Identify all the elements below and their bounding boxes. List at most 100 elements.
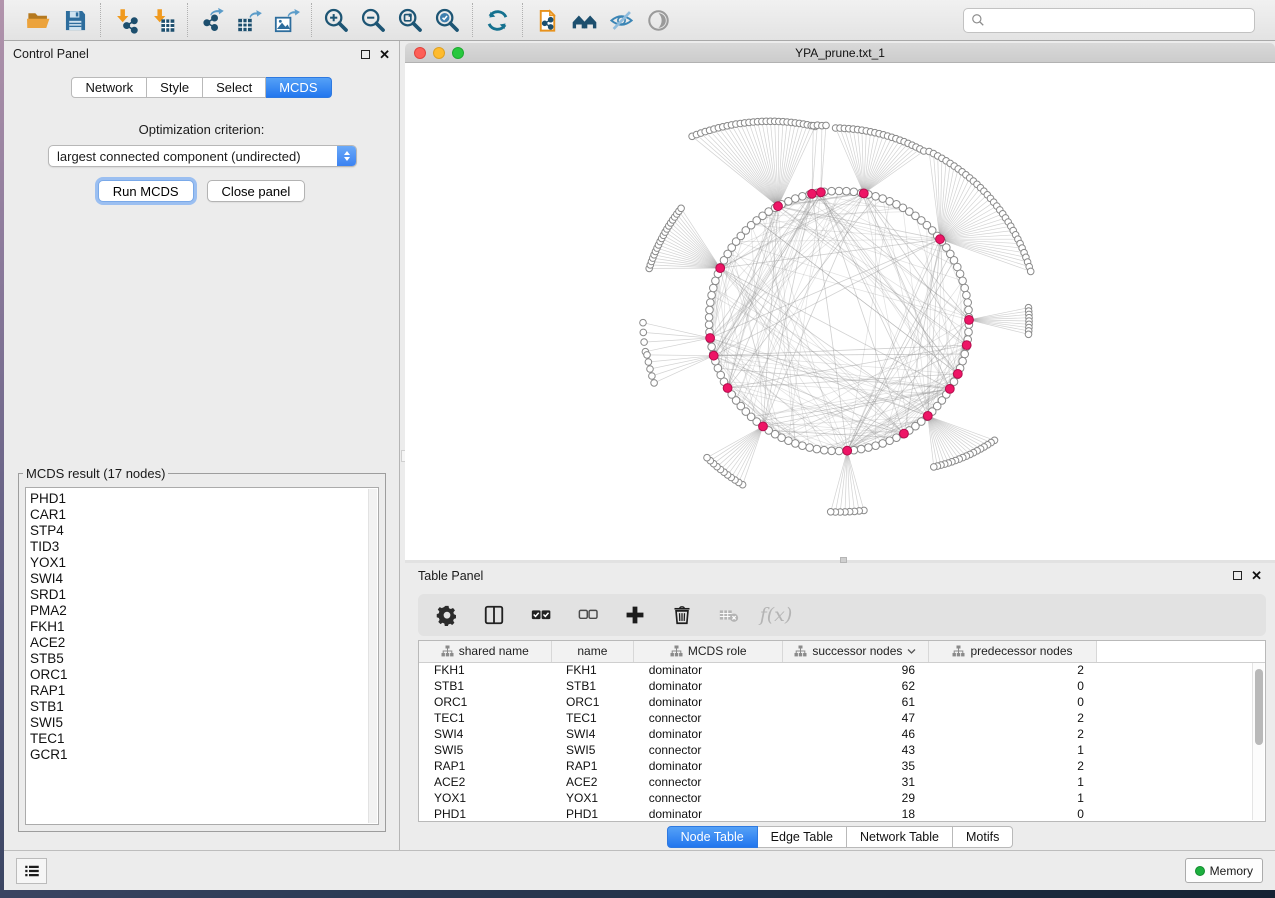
mcds-result-list[interactable]: PHD1CAR1STP4TID3YOX1SWI4SRD1PMA2FKH1ACE2… <box>25 487 379 825</box>
column-header-successor-nodes[interactable]: successor nodes <box>783 641 928 662</box>
dominator-node[interactable] <box>923 412 932 421</box>
cell-name[interactable]: YOX1 <box>551 790 634 806</box>
cell-name[interactable]: ORC1 <box>551 694 634 710</box>
table-row[interactable]: YOX1YOX1connector291 <box>419 790 1265 806</box>
cell-predecessor-nodes[interactable]: 2 <box>928 758 1097 774</box>
dominator-node[interactable] <box>817 188 826 197</box>
column-visibility-icon[interactable] <box>481 601 507 629</box>
close-panel-button[interactable]: Close panel <box>207 180 306 202</box>
table-tab-node-table[interactable]: Node Table <box>667 826 758 848</box>
cell-MCDS-role[interactable]: dominator <box>634 662 783 678</box>
dominator-node[interactable] <box>859 189 868 198</box>
dominator-node[interactable] <box>723 384 732 393</box>
mcds-result-item[interactable]: ORC1 <box>30 667 378 683</box>
hide-selected-icon[interactable] <box>603 3 640 37</box>
dominator-node[interactable] <box>774 202 783 211</box>
cell-predecessor-nodes[interactable]: 0 <box>928 806 1097 822</box>
cell-successor-nodes[interactable]: 18 <box>783 806 928 822</box>
mcds-result-item[interactable]: PMA2 <box>30 603 378 619</box>
mcds-result-item[interactable]: YOX1 <box>30 555 378 571</box>
show-all-icon[interactable] <box>640 3 677 37</box>
cell-shared-name[interactable]: SWI4 <box>419 726 551 742</box>
save-icon[interactable] <box>57 3 94 37</box>
network-from-document-icon[interactable] <box>529 3 566 37</box>
cell-shared-name[interactable]: FKH1 <box>419 662 551 678</box>
table-scrollbar[interactable] <box>1252 663 1264 820</box>
cell-successor-nodes[interactable]: 31 <box>783 774 928 790</box>
delete-column-trash-icon[interactable] <box>669 601 695 629</box>
table-row[interactable]: ACE2ACE2connector311 <box>419 774 1265 790</box>
network-graph[interactable] <box>405 63 1275 560</box>
mcds-result-item[interactable]: FKH1 <box>30 619 378 635</box>
cell-successor-nodes[interactable]: 47 <box>783 710 928 726</box>
import-network-icon[interactable] <box>107 3 144 37</box>
export-image-icon[interactable] <box>268 3 305 37</box>
export-network-icon[interactable] <box>194 3 231 37</box>
tab-mcds[interactable]: MCDS <box>266 77 331 98</box>
memory-button[interactable]: Memory <box>1185 858 1263 883</box>
search-input[interactable] <box>990 13 1247 27</box>
task-history-icon[interactable] <box>16 858 47 884</box>
dominator-node[interactable] <box>706 334 715 343</box>
mcds-result-item[interactable]: ACE2 <box>30 635 378 651</box>
mcds-result-item[interactable]: STP4 <box>30 523 378 539</box>
cell-successor-nodes[interactable]: 35 <box>783 758 928 774</box>
close-window-icon[interactable] <box>414 47 426 59</box>
cell-predecessor-nodes[interactable]: 1 <box>928 774 1097 790</box>
cell-successor-nodes[interactable]: 61 <box>783 694 928 710</box>
cell-predecessor-nodes[interactable]: 0 <box>928 678 1097 694</box>
cell-MCDS-role[interactable]: dominator <box>634 806 783 822</box>
cell-name[interactable]: PHD1 <box>551 806 634 822</box>
cell-shared-name[interactable]: RAP1 <box>419 758 551 774</box>
dominator-node[interactable] <box>759 422 768 431</box>
network-canvas[interactable] <box>405 63 1275 560</box>
cell-predecessor-nodes[interactable]: 2 <box>928 662 1097 678</box>
cell-MCDS-role[interactable]: connector <box>634 790 783 806</box>
cell-predecessor-nodes[interactable]: 1 <box>928 790 1097 806</box>
refresh-layout-icon[interactable] <box>479 3 516 37</box>
criterion-select[interactable]: largest connected component (undirected) <box>48 145 357 167</box>
create-column-plus-icon[interactable] <box>622 601 648 629</box>
run-mcds-button[interactable]: Run MCDS <box>98 180 194 202</box>
maximize-window-icon[interactable] <box>452 47 464 59</box>
mcds-result-item[interactable]: RAP1 <box>30 683 378 699</box>
zoom-fit-icon[interactable] <box>392 3 429 37</box>
table-tab-edge-table[interactable]: Edge Table <box>758 826 847 848</box>
mcds-result-item[interactable]: GCR1 <box>30 747 378 763</box>
cell-MCDS-role[interactable]: connector <box>634 742 783 758</box>
mcds-result-item[interactable]: TID3 <box>30 539 378 555</box>
dominator-node[interactable] <box>709 351 718 360</box>
table-row[interactable]: PHD1PHD1dominator180 <box>419 806 1265 822</box>
mcds-result-item[interactable]: SRD1 <box>30 587 378 603</box>
dominator-node[interactable] <box>808 189 817 198</box>
cell-successor-nodes[interactable]: 96 <box>783 662 928 678</box>
column-header-shared-name[interactable]: shared name <box>419 641 551 662</box>
cell-name[interactable]: SWI5 <box>551 742 634 758</box>
dominator-node[interactable] <box>962 341 971 350</box>
table-row[interactable]: STB1STB1dominator620 <box>419 678 1265 694</box>
float-table-panel-icon[interactable] <box>1233 571 1242 580</box>
dominator-node[interactable] <box>945 385 954 394</box>
cell-predecessor-nodes[interactable]: 2 <box>928 726 1097 742</box>
cell-predecessor-nodes[interactable]: 0 <box>928 694 1097 710</box>
cell-shared-name[interactable]: YOX1 <box>419 790 551 806</box>
cell-name[interactable]: FKH1 <box>551 662 634 678</box>
cell-name[interactable]: STB1 <box>551 678 634 694</box>
cell-predecessor-nodes[interactable]: 1 <box>928 742 1097 758</box>
close-table-panel-icon[interactable]: ✕ <box>1251 571 1262 580</box>
table-tab-motifs[interactable]: Motifs <box>953 826 1013 848</box>
open-folder-icon[interactable] <box>20 3 57 37</box>
network-titlebar[interactable]: YPA_prune.txt_1 <box>405 43 1275 63</box>
node-table[interactable]: shared namenameMCDS rolesuccessor nodesp… <box>418 640 1266 822</box>
mcds-result-item[interactable]: PHD1 <box>30 491 378 507</box>
cell-MCDS-role[interactable]: dominator <box>634 678 783 694</box>
cell-name[interactable]: RAP1 <box>551 758 634 774</box>
cell-MCDS-role[interactable]: connector <box>634 710 783 726</box>
dominator-node[interactable] <box>843 446 852 455</box>
column-header-MCDS-role[interactable]: MCDS role <box>634 641 783 662</box>
table-row[interactable]: RAP1RAP1dominator352 <box>419 758 1265 774</box>
cell-successor-nodes[interactable]: 46 <box>783 726 928 742</box>
table-row[interactable]: SWI5SWI5connector431 <box>419 742 1265 758</box>
mcds-result-item[interactable]: STB1 <box>30 699 378 715</box>
cell-shared-name[interactable]: TEC1 <box>419 710 551 726</box>
